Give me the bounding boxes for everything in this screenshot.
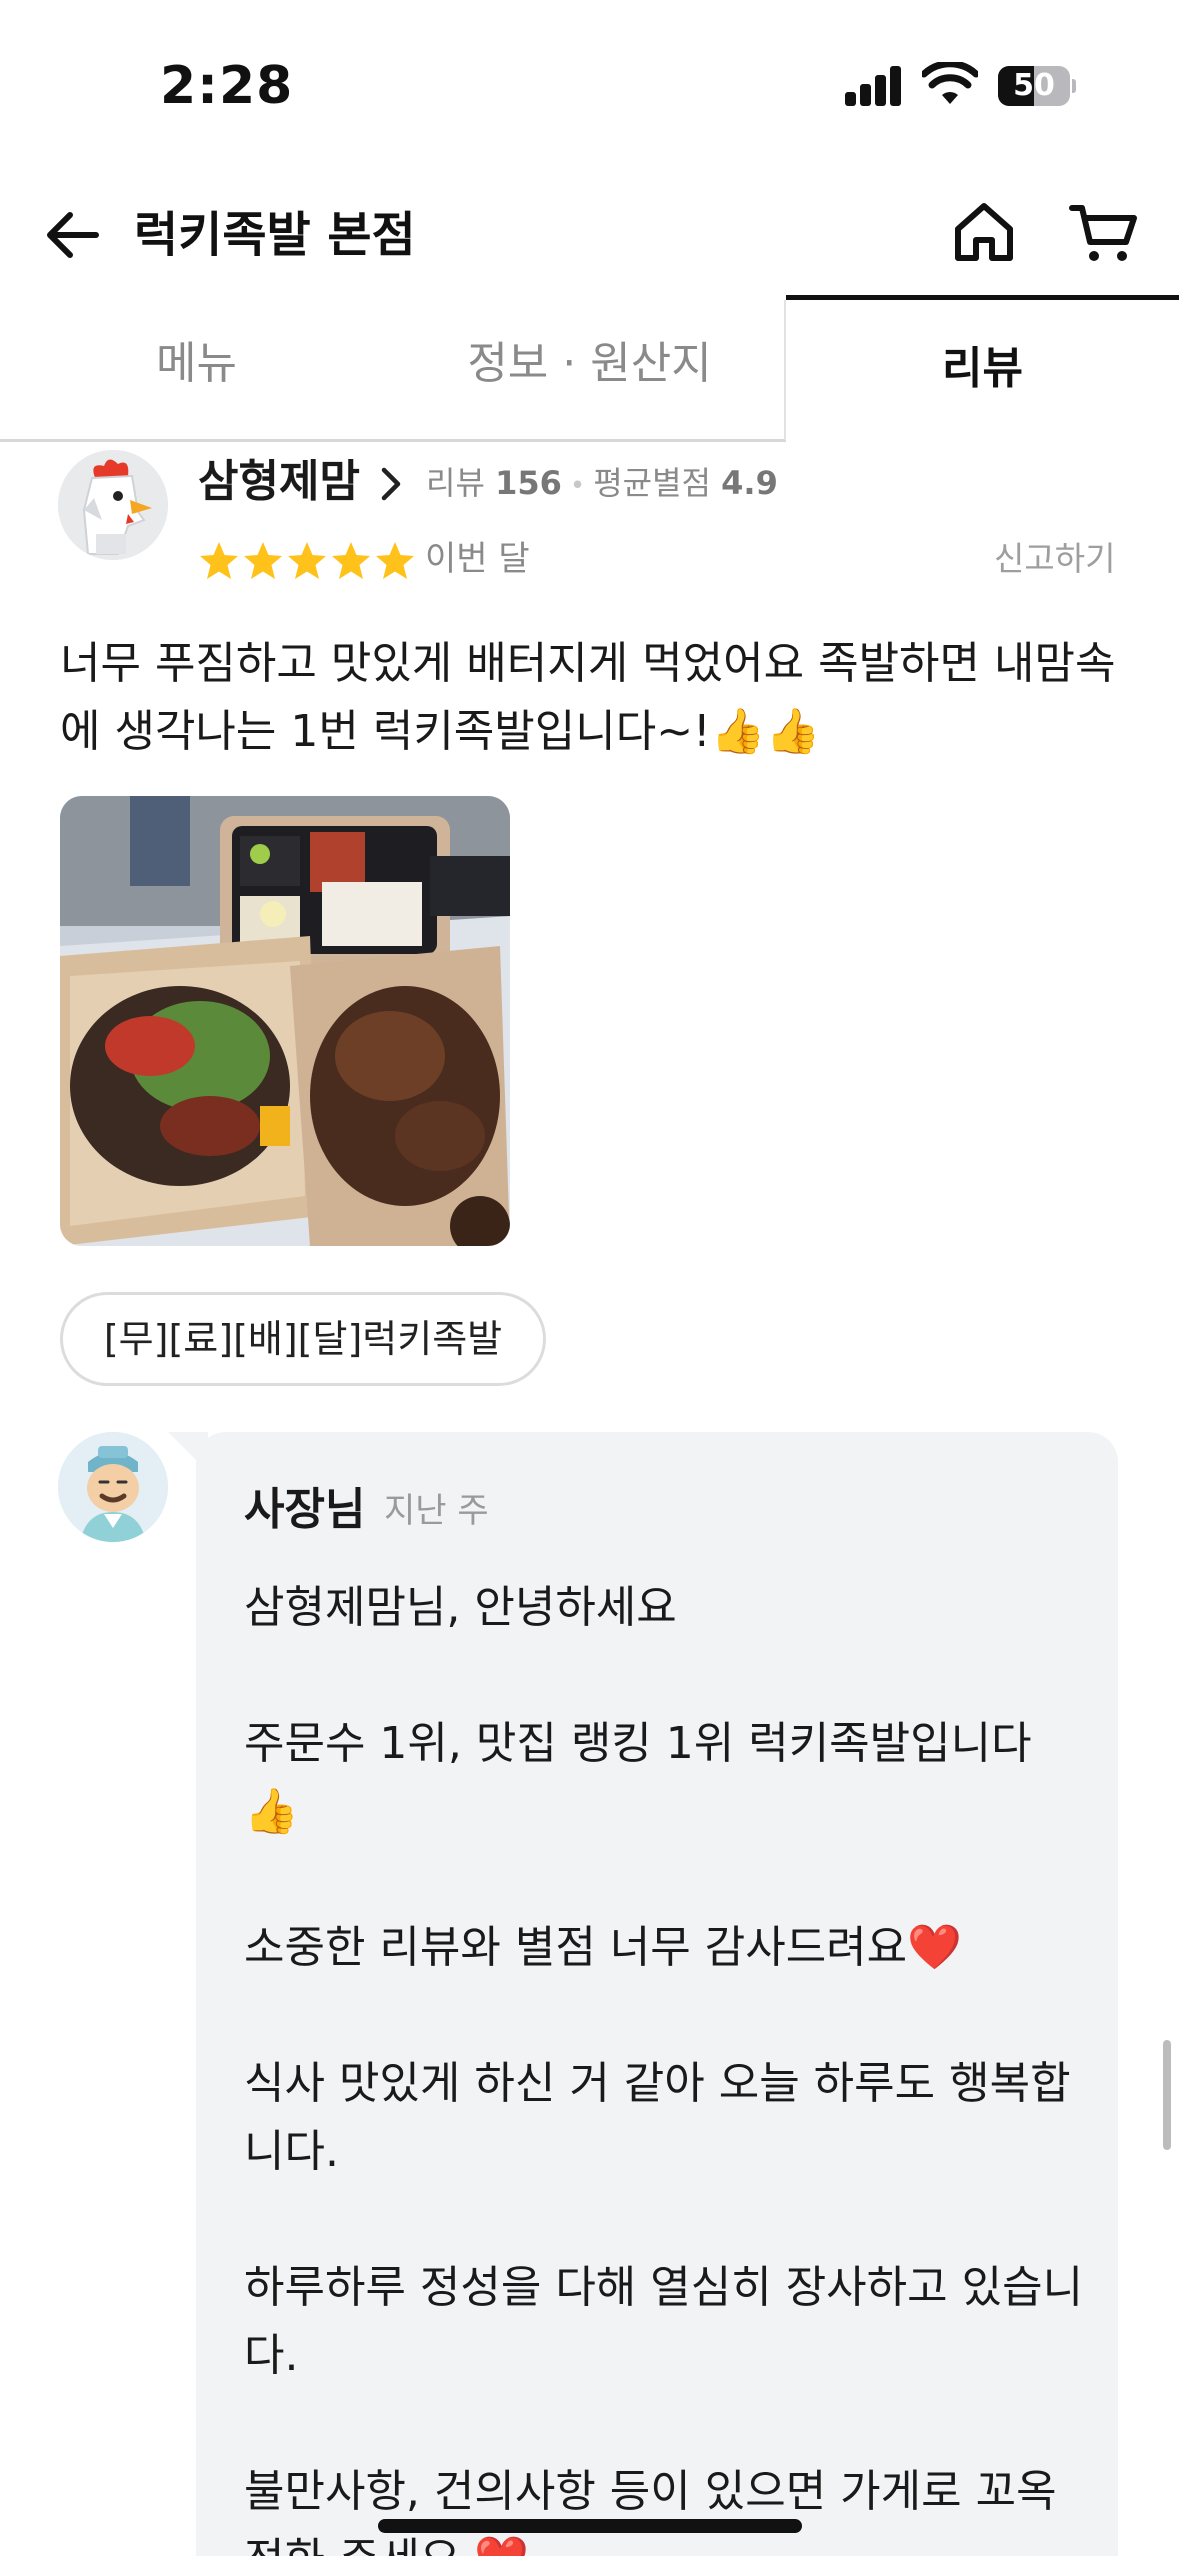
tabs-underline [0,439,786,442]
star-icon [288,542,326,579]
reviewer-stats: 리뷰 156 • 평균별점 4.9 [426,464,778,502]
owner-avatar [58,1432,168,1542]
cart-icon[interactable] [1068,196,1140,268]
food-photo-image [60,796,510,1246]
tab-bar: 메뉴 정보 · 원산지 리뷰 [0,295,1179,443]
status-time: 2:28 [160,56,294,116]
reviewer-name[interactable]: 삼형제맘 [198,452,360,512]
back-arrow-icon[interactable] [40,200,110,270]
owner-label: 사장님 [244,1484,366,1535]
cellular-signal-icon [845,66,903,106]
review-date: 이번 달 [425,539,530,579]
star-icon [200,542,238,579]
avg-rating: 4.9 [721,464,778,502]
tab-menu[interactable]: 메뉴 [0,295,393,443]
report-button[interactable]: 신고하기 [994,536,1115,582]
battery-level: 50 [1013,68,1055,103]
avg-rating-label: 평균별점 [593,464,711,502]
review-photo[interactable] [60,796,510,1246]
chevron-right-icon[interactable] [376,464,406,504]
tab-info[interactable]: 정보 · 원산지 [393,295,786,443]
review-text: 너무 푸짐하고 맛있게 배터지게 먹었어요 족발하면 내맘속에 생각나는 1번 … [60,638,1116,757]
battery-icon: 50 [998,66,1076,106]
review-screen: 2:28 50 럭키족발 본점 메뉴 정보 · 원산지 리뷰 삼형제맘 리뷰 1… [0,0,1179,2556]
home-indicator[interactable] [378,2519,802,2533]
chicken-avatar-icon [58,450,168,560]
review-count: 156 [495,464,562,502]
review-count-label: 리뷰 [426,464,485,502]
star-icon [376,542,414,579]
store-title: 럭키족발 본점 [134,207,416,263]
reviewer-avatar[interactable] [58,450,168,560]
wifi-icon [922,62,978,104]
reply-date: 지난 주 [384,1491,489,1531]
status-bar: 2:28 50 [0,0,1179,170]
tab-review[interactable]: 리뷰 [786,295,1179,443]
home-icon[interactable] [948,196,1020,268]
owner-character-icon [58,1432,168,1542]
scroll-indicator[interactable] [1163,2040,1171,2150]
star-icon [244,542,282,579]
owner-reply-text: 삼형제맘님, 안녕하세요 주문수 1위, 맛집 랭킹 1위 럭키족발입니다👍 소… [244,1582,1084,2556]
tabs-divider [784,300,786,440]
app-header: 럭키족발 본점 [0,170,1179,300]
star-icon [332,542,370,579]
ordered-menu-chip[interactable]: [무][료][배][달]럭키족발 [60,1292,546,1386]
